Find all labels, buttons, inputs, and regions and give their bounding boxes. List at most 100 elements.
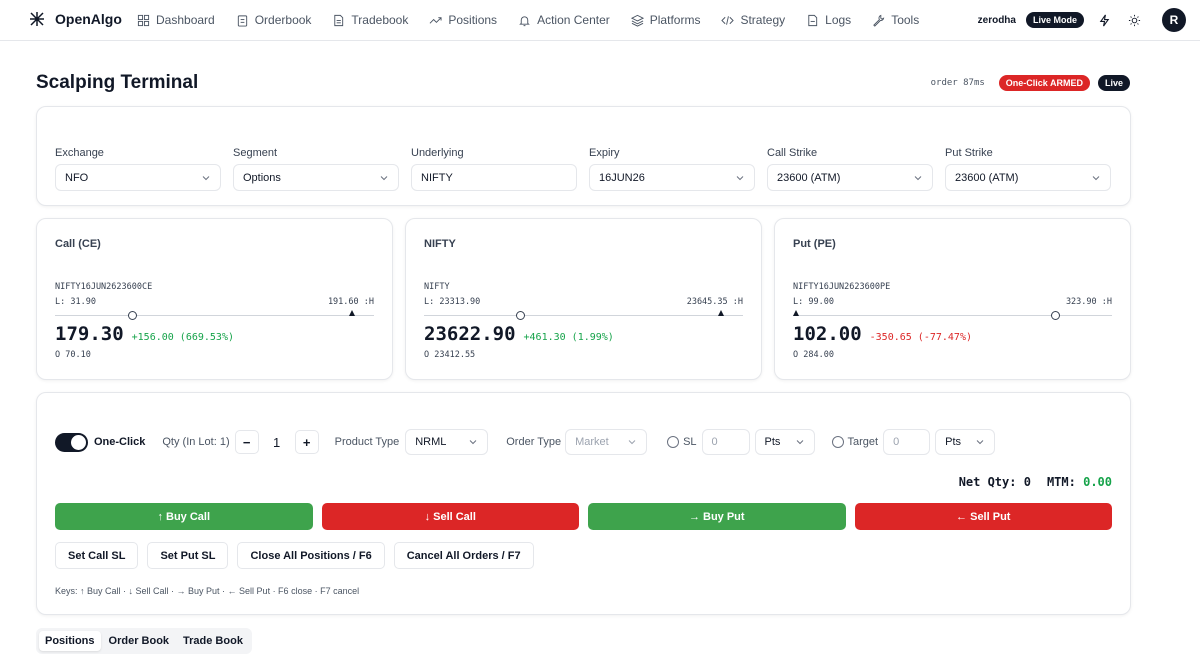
target-label: Target [847, 436, 879, 448]
range-track [424, 310, 743, 320]
sl-unit-select[interactable]: Pts [754, 429, 815, 455]
nav-item-positions[interactable]: Positions [429, 13, 497, 27]
call-strike-select[interactable]: 23600 (ATM) [767, 164, 933, 191]
logo-icon [30, 12, 44, 26]
layers-icon [630, 14, 644, 27]
qty-increment-button[interactable]: + [294, 430, 319, 454]
top-nav: OpenAlgo Dashboard Orderbook Tradebook P… [0, 0, 1200, 41]
ltp-marker [1050, 311, 1060, 320]
exchange-select[interactable]: NFO [55, 164, 221, 191]
range-track [793, 310, 1112, 320]
select-value: 23600 (ATM) [955, 171, 1019, 184]
put-strike-field: Put Strike 23600 (ATM) [945, 147, 1111, 191]
tab-positions[interactable]: Positions [39, 631, 101, 651]
field-label: Exchange [55, 147, 104, 159]
select-value: NRML [415, 436, 447, 448]
order-type-label: Order Type [506, 436, 562, 448]
flash-icon[interactable] [1094, 10, 1114, 30]
quote-symbol: NIFTY16JUN2623600PE [793, 282, 891, 292]
nav-item-dashboard[interactable]: Dashboard [137, 13, 215, 27]
order-controls: One-Click Qty (In Lot: 1) − 1 + Product … [55, 429, 996, 455]
call-quote-card: Call (CE) NIFTY16JUN2623600CE L: 31.90 1… [36, 218, 393, 380]
buy-call-button[interactable]: ↑ Buy Call [55, 503, 313, 530]
sl-checkbox[interactable] [667, 436, 680, 448]
nav-label: Platforms [649, 13, 701, 27]
underlying-input[interactable]: NIFTY [411, 164, 577, 191]
sun-icon[interactable] [1124, 10, 1144, 30]
nav-item-logs[interactable]: Logs [806, 13, 851, 27]
tab-trade-book[interactable]: Trade Book [177, 631, 249, 651]
sell-put-button[interactable]: ← Sell Put [854, 503, 1112, 530]
avatar[interactable]: R [1162, 8, 1186, 32]
mtm-label: MTM: [1046, 475, 1076, 489]
expiry-field: Expiry 16JUN26 [589, 147, 755, 191]
qty-value[interactable]: 1 [259, 435, 295, 450]
expiry-select[interactable]: 16JUN26 [589, 164, 755, 191]
segment-select[interactable]: Options [233, 164, 399, 191]
nav-label: Tradebook [351, 13, 409, 27]
sell-call-button[interactable]: ↓ Sell Call [321, 503, 579, 530]
set-call-sl-button[interactable]: Set Call SL [55, 542, 139, 569]
brand-name: OpenAlgo [55, 11, 122, 27]
open-marker [793, 310, 800, 316]
live-badge: Live [1097, 75, 1130, 91]
field-label: Call Strike [767, 147, 818, 159]
sl-input[interactable]: 0 [701, 429, 750, 455]
chevron-down-icon [914, 175, 922, 180]
file-icon [808, 14, 818, 26]
nav-label: Logs [825, 13, 852, 27]
nav-menu: Dashboard Orderbook Tradebook Positions … [137, 0, 919, 40]
quote-symbol: NIFTY [424, 282, 450, 292]
quote-high: 23645.35 :H [686, 297, 743, 307]
select-value: 16JUN26 [599, 171, 645, 184]
segment-field: Segment Options [233, 147, 399, 191]
quote-low: L: 99.00 [793, 297, 834, 307]
nav-right: zerodha Live Mode R [978, 7, 1186, 33]
price-row: 23622.90 +461.30 (1.99%) [424, 323, 614, 345]
cancel-all-orders-button[interactable]: Cancel All Orders / F7 [393, 542, 534, 569]
quote-low: L: 23313.90 [424, 297, 481, 307]
put-strike-select[interactable]: 23600 (ATM) [945, 164, 1111, 191]
chevron-down-icon [628, 440, 636, 445]
position-summary: Net Qty: 0 MTM: 0.00 [959, 475, 1112, 489]
nav-item-platforms[interactable]: Platforms [630, 13, 701, 27]
quote-price: 102.00 [793, 323, 862, 345]
chevron-down-icon [736, 175, 744, 180]
nav-item-orderbook[interactable]: Orderbook [236, 13, 311, 27]
select-value: Pts [945, 436, 962, 448]
order-type-select[interactable]: Market [565, 429, 648, 455]
range-track [55, 310, 374, 320]
buy-put-button[interactable]: → Buy Put [588, 503, 846, 530]
qty-decrement-button[interactable]: − [234, 430, 259, 454]
target-unit-select[interactable]: Pts [935, 429, 996, 455]
wrench-icon [873, 14, 885, 27]
header-status: order 87ms One-Click ARMED Live [931, 75, 1130, 91]
nav-item-action-center[interactable]: Action Center [518, 13, 610, 27]
open-marker [717, 310, 724, 316]
nav-item-strategy[interactable]: Strategy [721, 13, 785, 27]
brand[interactable]: OpenAlgo [29, 11, 122, 27]
close-all-positions-button[interactable]: Close All Positions / F6 [237, 542, 385, 569]
target-checkbox[interactable] [831, 436, 844, 448]
index-quote-card: NIFTY NIFTY L: 23313.90 23645.35 :H 2362… [405, 218, 762, 380]
net-qty: Net Qty: 0 [959, 475, 1031, 489]
nav-item-tradebook[interactable]: Tradebook [332, 13, 408, 27]
tab-order-book[interactable]: Order Book [103, 631, 176, 651]
quote-high: 191.60 :H [327, 297, 374, 307]
sl-label: SL [683, 436, 697, 448]
put-quote-card: Put (PE) NIFTY16JUN2623600PE L: 99.00 32… [774, 218, 1131, 380]
one-click-toggle[interactable] [55, 432, 88, 452]
exchange-field: Exchange NFO [55, 147, 221, 191]
product-type-select[interactable]: NRML [405, 429, 489, 455]
nav-item-tools[interactable]: Tools [872, 13, 919, 27]
quote-price: 179.30 [55, 323, 124, 345]
live-mode-badge[interactable]: Live Mode [1025, 12, 1084, 28]
broker-name: zerodha [977, 14, 1016, 26]
clipboard-icon [237, 14, 247, 27]
select-value: 23600 (ATM) [777, 171, 841, 184]
set-put-sl-button[interactable]: Set Put SL [147, 542, 229, 569]
select-value: Options [243, 171, 281, 184]
target-input[interactable]: 0 [883, 429, 931, 455]
chevron-down-icon [202, 175, 210, 180]
quote-change: +461.30 (1.99%) [523, 332, 614, 343]
